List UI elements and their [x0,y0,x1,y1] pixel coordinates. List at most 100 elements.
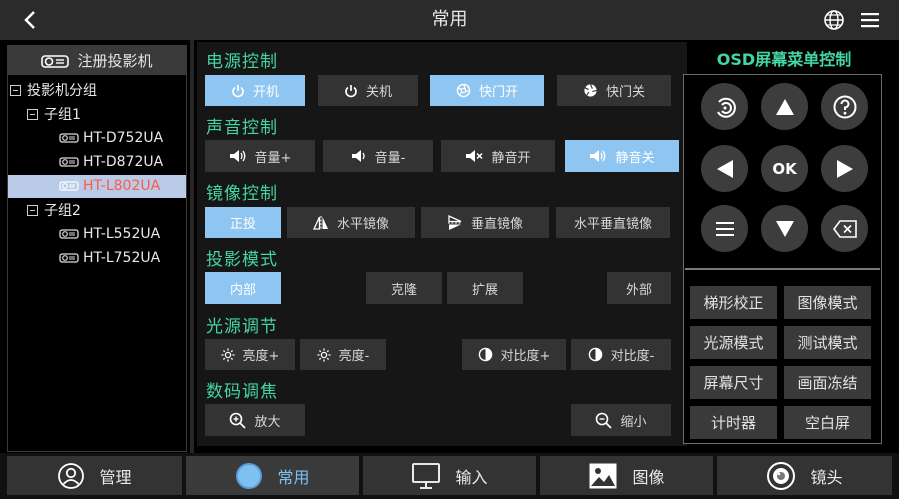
speaker-mute-icon [466,150,484,162]
osd-separator [685,268,880,270]
tree-device-selected[interactable]: HT-L802UA [59,174,186,198]
section-title-zoom: 数码调焦 [206,382,278,402]
shutter-icon [584,84,597,97]
osd-image-mode-button[interactable]: 图像模式 [784,286,871,319]
subgroup-label: 子组2 [44,203,81,219]
mode-external-button[interactable]: 外部 [607,272,671,304]
osd-right-button[interactable] [821,145,868,192]
register-projector-label: 注册投影机 [77,52,153,70]
button-label: 内部 [229,282,256,298]
button-label: 外部 [625,282,652,298]
power-on-button[interactable]: 开机 [205,75,305,106]
tree-group-root[interactable]: 投影机分组 [10,78,186,102]
projector-icon [59,181,79,191]
tab-label: 输入 [455,467,488,487]
mode-extend-button[interactable]: 扩展 [447,272,523,304]
tab-common[interactable]: 常用 [186,456,359,495]
menu-button[interactable] [858,8,882,32]
mode-clone-button[interactable]: 克隆 [366,272,442,304]
brightness-up-button[interactable]: 亮度+ [205,339,295,370]
power-off-button[interactable]: 关机 [318,75,418,106]
contrast-icon [478,347,492,362]
zoom-out-button[interactable]: 缩小 [571,404,671,436]
osd-up-button[interactable] [761,83,808,130]
osd-timer-button[interactable]: 计时器 [690,406,777,439]
vertical-mirror-button[interactable]: 垂直镜像 [421,207,549,238]
hamburger-icon [861,13,879,28]
button-label: 静音关 [615,150,655,166]
osd-menu-button[interactable] [701,205,748,252]
osd-keystone-button[interactable]: 梯形校正 [690,286,777,319]
tab-manage[interactable]: 管理 [7,456,182,495]
shutter-open-button[interactable]: 快门开 [430,75,544,106]
contrast-up-button[interactable]: 对比度+ [462,339,566,370]
register-projector-button[interactable]: 注册投影机 [8,46,186,75]
volume-down-button[interactable]: 音量- [323,140,433,172]
collapse-icon[interactable] [27,204,38,216]
projector-icon [41,54,70,68]
menu-icon [715,221,734,236]
mute-off-button[interactable]: 静音关 [565,140,679,172]
osd-left-button[interactable] [701,145,748,192]
globe-icon [824,10,844,30]
osd-blank-screen-button[interactable]: 空白屏 [784,406,871,439]
mode-internal-button[interactable]: 内部 [205,272,281,304]
volume-up-button[interactable]: 音量+ [205,140,315,172]
contrast-down-button[interactable]: 对比度- [571,339,671,370]
tree-subgroup-1[interactable]: 子组1 [27,102,186,126]
tree-subgroup-2[interactable]: 子组2 [27,198,186,222]
power-icon [232,84,244,97]
button-label: 音量+ [254,150,292,166]
shutter-close-button[interactable]: 快门关 [557,75,671,106]
button-label: 关机 [365,85,392,100]
tab-lens[interactable]: 镜头 [717,456,892,495]
button-label: 正投 [229,217,256,232]
tree-device[interactable]: HT-D872UA [59,150,186,174]
button-label: 对比度- [610,349,655,364]
osd-help-button[interactable] [821,83,868,130]
contrast-icon [588,347,602,362]
collapse-icon[interactable] [27,108,38,120]
osd-screen-size-button[interactable]: 屏幕尺寸 [690,366,777,399]
arrow-up-icon [775,98,794,115]
tab-input[interactable]: 输入 [363,456,536,495]
button-label: 克隆 [390,282,417,298]
horizontal-mirror-button[interactable]: 水平镜像 [287,207,415,238]
collapse-icon[interactable] [10,84,21,96]
zoom-in-button[interactable]: 放大 [205,404,305,436]
projector-icon [59,157,79,167]
button-label: 亮度+ [242,349,280,364]
osd-down-button[interactable] [761,205,808,252]
osd-freeze-button[interactable]: 画面冻结 [784,366,871,399]
front-projection-button[interactable]: 正投 [205,207,281,238]
brightness-down-button[interactable]: 亮度- [300,339,386,370]
tree-device[interactable]: HT-L752UA [59,246,186,270]
user-icon [58,462,85,489]
osd-clear-button[interactable] [821,205,868,252]
tab-label: 镜头 [810,467,843,487]
button-label: 对比度+ [500,349,551,364]
osd-title: OSD屏幕菜单控制 [716,50,852,69]
tab-image[interactable]: 图像 [540,456,713,495]
projector-icon [59,253,79,263]
osd-light-mode-button[interactable]: 光源模式 [690,326,777,359]
button-label: 垂直镜像 [470,217,523,232]
osd-ok-button[interactable]: OK [761,145,808,192]
tree-device[interactable]: HT-D752UA [59,126,186,150]
osd-return-button[interactable] [701,83,748,130]
monitor-icon [412,462,441,489]
return-icon [716,97,736,118]
speaker-icon [590,150,606,162]
zoom-in-icon [230,412,247,429]
horizontal-vertical-mirror-button[interactable]: 水平垂直镜像 [556,207,670,238]
sun-icon [221,348,235,361]
device-label: HT-D752UA [83,130,164,146]
tab-label: 常用 [277,467,310,487]
tree-device[interactable]: HT-L552UA [59,222,186,246]
mute-on-button[interactable]: 静音开 [441,140,555,172]
tab-label: 图像 [632,467,665,487]
circle-icon [236,462,263,489]
flip-vertical-icon [447,214,462,230]
osd-test-mode-button[interactable]: 测试模式 [784,326,871,359]
language-button[interactable] [822,8,846,32]
